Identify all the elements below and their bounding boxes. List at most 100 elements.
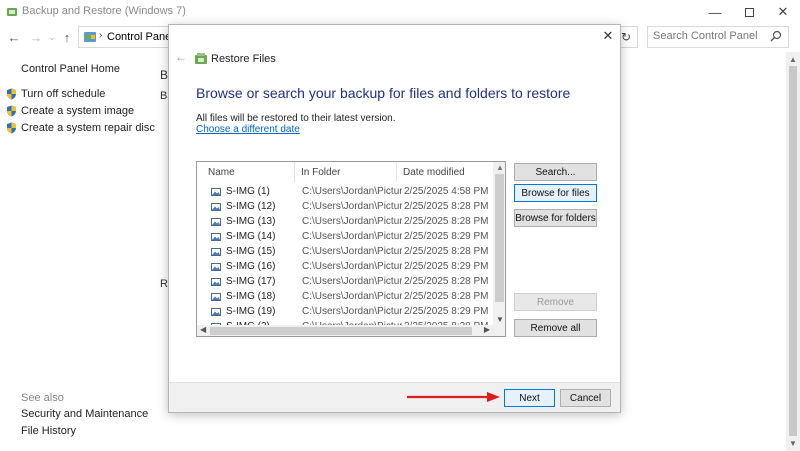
file-folder: C:\Users\Jordan\Pictur... [302,231,402,242]
file-date: 2/25/2025 8:28 PM [404,201,489,212]
scrollbar-thumb[interactable] [495,174,504,302]
file-date: 2/25/2025 4:58 PM [404,186,489,197]
file-row[interactable]: S-IMG (12) C:\Users\Jordan\Pictur... 2/25/… [197,199,493,214]
file-list-horizontal-scrollbar[interactable]: ◀ ▶ [197,325,493,336]
file-folder: C:\Users\Jordan\Pictur... [302,201,402,212]
file-row[interactable]: S-IMG (15) C:\Users\Jordan\Pictur... 2/25/… [197,244,493,259]
remove-button: Remove [514,293,597,311]
file-list-vertical-scrollbar[interactable]: ▲ ▼ [493,162,505,325]
shield-icon [7,88,16,100]
file-list-body: S-IMG (1) C:\Users\Jordan\Pictur... 2/25/2… [197,184,493,326]
file-name: S-IMG (15) [226,246,276,257]
file-name-cell: S-IMG (12) [197,201,301,212]
search-input[interactable]: Search Control Panel [647,26,789,48]
file-row[interactable]: S-IMG (14) C:\Users\Jordan\Pictur... 2/25/… [197,229,493,244]
file-date: 2/25/2025 8:29 PM [404,306,489,317]
dialog-back-button[interactable]: ← [175,50,187,64]
restore-info-text: All files will be restored to their late… [196,113,396,124]
recent-locations-button[interactable]: ⌄ [44,29,60,45]
browse-for-folders-button[interactable]: Browse for folders [514,209,597,227]
close-icon: ✕ [602,28,614,43]
scrollbar-thumb[interactable] [210,327,472,335]
file-list-header: Name In Folder Date modified [197,162,493,182]
breadcrumb-control-panel[interactable]: Control Panel [107,31,174,43]
dialog-title: Restore Files [211,53,276,65]
create-system-image-label: Create a system image [21,105,135,117]
background-heading-fragment: B [160,68,169,82]
left-pane: Control Panel Home Turn off schedule Cre… [0,56,160,446]
file-history-link[interactable]: File History [21,425,76,437]
file-name: S-IMG (19) [226,306,276,317]
dialog-heading: Browse or search your backup for files a… [196,85,571,101]
back-arrow-icon: ← [7,29,21,45]
file-folder: C:\Users\Jordan\Pictur... [302,246,402,257]
window-scrollbar[interactable]: ▲ ▼ [786,52,800,451]
scroll-down-icon[interactable]: ▼ [789,439,797,448]
image-file-icon [211,277,221,286]
image-file-icon [211,217,221,226]
column-header-in-folder[interactable]: In Folder [295,162,397,182]
scrollbar-thumb[interactable] [789,66,797,436]
next-button[interactable]: Next [504,389,555,407]
breadcrumb-separator: › [99,30,103,41]
scroll-down-icon[interactable]: ▼ [496,315,504,324]
file-name: S-IMG (18) [226,291,276,302]
file-row[interactable]: S-IMG (13) C:\Users\Jordan\Pictur... 2/25/… [197,214,493,229]
control-panel-home-link[interactable]: Control Panel Home [21,63,120,75]
turn-off-schedule-label: Turn off schedule [21,88,106,100]
file-row[interactable]: S-IMG (18) C:\Users\Jordan\Pictur... 2/25/… [197,289,493,304]
maximize-button[interactable] [732,0,766,24]
file-name-cell: S-IMG (14) [197,231,301,242]
scroll-left-icon[interactable]: ◀ [200,325,206,334]
remove-all-button[interactable]: Remove all [514,319,597,337]
file-name-cell: S-IMG (19) [197,306,301,317]
choose-different-date-link[interactable]: Choose a different date [196,124,300,135]
file-name-cell: S-IMG (1) [197,186,301,197]
search-icon [770,30,782,42]
file-date: 2/25/2025 8:29 PM [404,261,489,272]
create-repair-disc-link[interactable]: Create a system repair disc [6,120,155,136]
up-arrow-icon: ↑ [63,29,71,45]
scroll-right-icon[interactable]: ▶ [484,325,490,334]
search-placeholder: Search Control Panel [653,30,758,42]
restore-files-icon [195,53,207,64]
file-name-cell: S-IMG (18) [197,291,301,302]
file-row[interactable]: S-IMG (1) C:\Users\Jordan\Pictur... 2/25/2… [197,184,493,199]
shield-icon [7,122,16,134]
file-folder: C:\Users\Jordan\Pictur... [302,291,402,302]
file-date: 2/25/2025 8:28 PM [404,291,489,302]
minimize-button[interactable]: — [698,0,732,24]
backup-restore-app-icon [7,8,17,16]
column-header-date-modified[interactable]: Date modified [397,162,493,182]
annotation-arrow-icon [407,392,500,402]
security-maintenance-link[interactable]: Security and Maintenance [21,408,148,420]
maximize-icon [744,7,754,17]
scrollbar-corner [493,325,505,336]
scroll-up-icon[interactable]: ▲ [496,163,504,172]
forward-button[interactable]: → [28,29,44,45]
file-date: 2/25/2025 8:28 PM [404,216,489,227]
file-row[interactable]: S-IMG (17) C:\Users\Jordan\Pictur... 2/25/… [197,274,493,289]
search-button[interactable]: Search... [514,163,597,181]
cancel-button[interactable]: Cancel [560,389,611,407]
create-system-image-link[interactable]: Create a system image [6,103,134,119]
file-name: S-IMG (12) [226,201,276,212]
dialog-close-button[interactable]: ✕ [600,28,616,44]
up-button[interactable]: ↑ [59,29,75,45]
file-row[interactable]: S-IMG (19) C:\Users\Jordan\Pictur... 2/25/… [197,304,493,319]
window-close-button[interactable]: ✕ [766,0,800,24]
file-list[interactable]: Name In Folder Date modified S-IMG (1) C:… [196,161,506,337]
image-file-icon [211,232,221,241]
see-also-heading: See also [21,392,64,404]
file-folder: C:\Users\Jordan\Pictur... [302,216,402,227]
column-header-name[interactable]: Name [197,162,295,182]
scroll-up-icon[interactable]: ▲ [789,55,797,64]
image-file-icon [211,262,221,271]
shield-icon [7,105,16,117]
browse-for-files-button[interactable]: Browse for files [514,184,597,202]
file-row[interactable]: S-IMG (16) C:\Users\Jordan\Pictur... 2/25/… [197,259,493,274]
file-name-cell: S-IMG (15) [197,246,301,257]
forward-arrow-icon: → [29,29,43,45]
back-button[interactable]: ← [6,29,22,45]
turn-off-schedule-link[interactable]: Turn off schedule [6,86,105,102]
